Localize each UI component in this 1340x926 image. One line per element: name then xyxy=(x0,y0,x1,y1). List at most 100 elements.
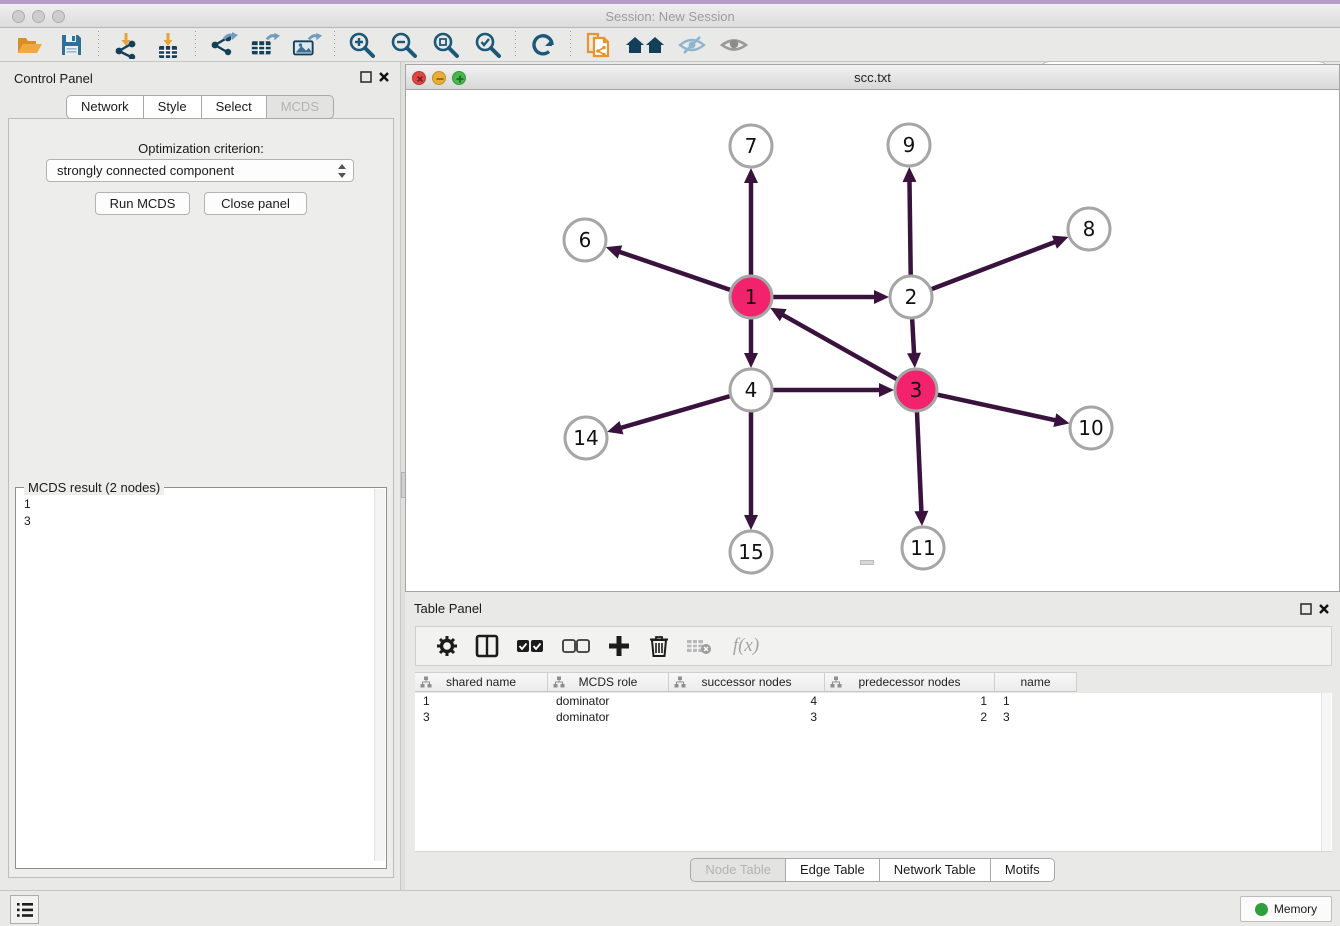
edge-2-3[interactable] xyxy=(912,319,914,355)
network-window-title: scc.txt xyxy=(406,70,1339,85)
edge-arrowhead xyxy=(1053,413,1069,427)
table-body: 1dominator4113dominator323 xyxy=(415,693,1332,852)
column-header-shared-name[interactable]: shared name xyxy=(415,673,548,691)
table-panel: Table Panel xyxy=(405,594,1340,890)
home-button[interactable] xyxy=(625,30,665,60)
export-image-button[interactable] xyxy=(292,30,322,60)
column-header-mcds-role[interactable]: MCDS role xyxy=(548,673,669,691)
table-cell-mcds_role[interactable]: dominator xyxy=(548,693,669,709)
edge-3-10[interactable] xyxy=(937,395,1056,421)
task-history-button[interactable] xyxy=(10,895,39,924)
open-session-button[interactable] xyxy=(14,30,44,60)
table-cell-name[interactable]: 1 xyxy=(995,693,1077,709)
table-cell-name[interactable]: 3 xyxy=(995,709,1077,725)
tab-network-table[interactable]: Network Table xyxy=(880,858,991,882)
float-panel-icon[interactable] xyxy=(360,71,372,83)
column-header-successor-nodes[interactable]: successor nodes xyxy=(669,673,825,691)
show-panel-button[interactable] xyxy=(719,30,749,60)
edge-3-1[interactable] xyxy=(781,314,896,379)
column-label: name xyxy=(1020,675,1050,689)
function-builder-button[interactable]: f(x) xyxy=(726,633,766,659)
edge-2-9[interactable] xyxy=(909,180,910,275)
tab-select[interactable]: Select xyxy=(202,95,267,119)
tab-motifs[interactable]: Motifs xyxy=(991,858,1055,882)
table-cell-predecessor_nodes[interactable]: 2 xyxy=(825,709,995,725)
node-label-6: 6 xyxy=(579,228,592,252)
save-session-button[interactable] xyxy=(56,30,86,60)
table-row[interactable]: 3dominator323 xyxy=(415,709,1332,725)
plus-icon xyxy=(608,635,630,657)
node-label-8: 8 xyxy=(1083,217,1096,241)
control-panel-tabs: Network Style Select MCDS xyxy=(0,95,400,119)
table-row[interactable]: 1dominator411 xyxy=(415,693,1332,709)
column-label: shared name xyxy=(446,675,516,689)
tab-style[interactable]: Style xyxy=(144,95,202,119)
export-table-button[interactable] xyxy=(250,30,280,60)
table-settings-button[interactable] xyxy=(434,633,460,659)
zoom-selected-button[interactable] xyxy=(473,30,503,60)
import-network-button[interactable] xyxy=(111,30,141,60)
table-cell-predecessor_nodes[interactable]: 1 xyxy=(825,693,995,709)
fx-icon: f(x) xyxy=(733,635,759,657)
table-cell-mcds_role[interactable]: dominator xyxy=(548,709,669,725)
tab-edge-table[interactable]: Edge Table xyxy=(786,858,880,882)
network-canvas[interactable]: 1234678910111415 xyxy=(405,90,1340,592)
mcds-result-title: MCDS result (2 nodes) xyxy=(24,480,164,495)
memory-status-icon xyxy=(1255,903,1268,916)
share-document-icon xyxy=(584,30,612,60)
tab-node-table[interactable]: Node Table xyxy=(690,858,786,882)
table-panel-title: Table Panel xyxy=(405,601,482,616)
create-column-button[interactable] xyxy=(606,633,632,659)
network-table-splitter-handle[interactable] xyxy=(860,560,874,565)
edge-3-11[interactable] xyxy=(917,412,921,513)
edge-4-14[interactable] xyxy=(620,396,730,428)
network-window-titlebar[interactable]: scc.txt xyxy=(405,64,1340,90)
show-columns-button[interactable] xyxy=(474,633,500,659)
run-mcds-button[interactable]: Run MCDS xyxy=(95,192,190,215)
zoom-fit-icon xyxy=(432,31,460,59)
criterion-select[interactable]: strongly connected component xyxy=(46,159,354,182)
column-label: MCDS role xyxy=(579,675,638,689)
float-table-panel-icon[interactable] xyxy=(1300,603,1312,615)
close-panel-icon[interactable] xyxy=(378,71,390,83)
zoom-out-button[interactable] xyxy=(389,30,419,60)
list-icon xyxy=(16,902,34,918)
tab-mcds[interactable]: MCDS xyxy=(267,95,334,119)
delete-column-button[interactable] xyxy=(646,633,672,659)
memory-button[interactable]: Memory xyxy=(1240,896,1332,922)
result-line: 3 xyxy=(24,513,386,530)
table-cell-successor_nodes[interactable]: 3 xyxy=(669,709,825,725)
network-graph[interactable]: 1234678910111415 xyxy=(406,90,1339,590)
node-label-3: 3 xyxy=(910,378,923,402)
refresh-layout-button[interactable] xyxy=(528,30,558,60)
table-cell-successor_nodes[interactable]: 4 xyxy=(669,693,825,709)
select-all-columns-button[interactable] xyxy=(514,633,546,659)
export-network-button[interactable] xyxy=(208,30,238,60)
unselect-all-columns-button[interactable] xyxy=(560,633,592,659)
edge-2-8[interactable] xyxy=(932,241,1057,289)
edge-arrowhead xyxy=(607,421,623,434)
delete-table-button[interactable] xyxy=(686,633,712,659)
edge-arrowhead xyxy=(914,511,928,526)
close-panel-button[interactable]: Close panel xyxy=(204,192,307,215)
edge-arrowhead xyxy=(744,515,758,530)
zoom-in-button[interactable] xyxy=(347,30,377,60)
table-cell-shared_name[interactable]: 1 xyxy=(415,693,548,709)
close-table-panel-icon[interactable] xyxy=(1318,603,1330,615)
zoom-fit-button[interactable] xyxy=(431,30,461,60)
import-table-icon xyxy=(154,31,182,59)
hide-panel-button[interactable] xyxy=(677,30,707,60)
clone-network-button[interactable] xyxy=(583,30,613,60)
result-scrollbar[interactable] xyxy=(374,489,385,861)
column-header-name[interactable]: name xyxy=(995,673,1077,691)
edge-arrowhead xyxy=(874,290,889,304)
export-table-icon xyxy=(250,31,280,59)
column-header-predecessor-nodes[interactable]: predecessor nodes xyxy=(825,673,995,691)
table-cell-shared_name[interactable]: 3 xyxy=(415,709,548,725)
edge-1-6[interactable] xyxy=(618,251,730,289)
tab-network[interactable]: Network xyxy=(66,95,144,119)
table-scrollbar[interactable] xyxy=(1321,693,1331,851)
import-table-button[interactable] xyxy=(153,30,183,60)
toolbar-separator xyxy=(570,31,571,59)
trash-icon xyxy=(649,634,669,658)
